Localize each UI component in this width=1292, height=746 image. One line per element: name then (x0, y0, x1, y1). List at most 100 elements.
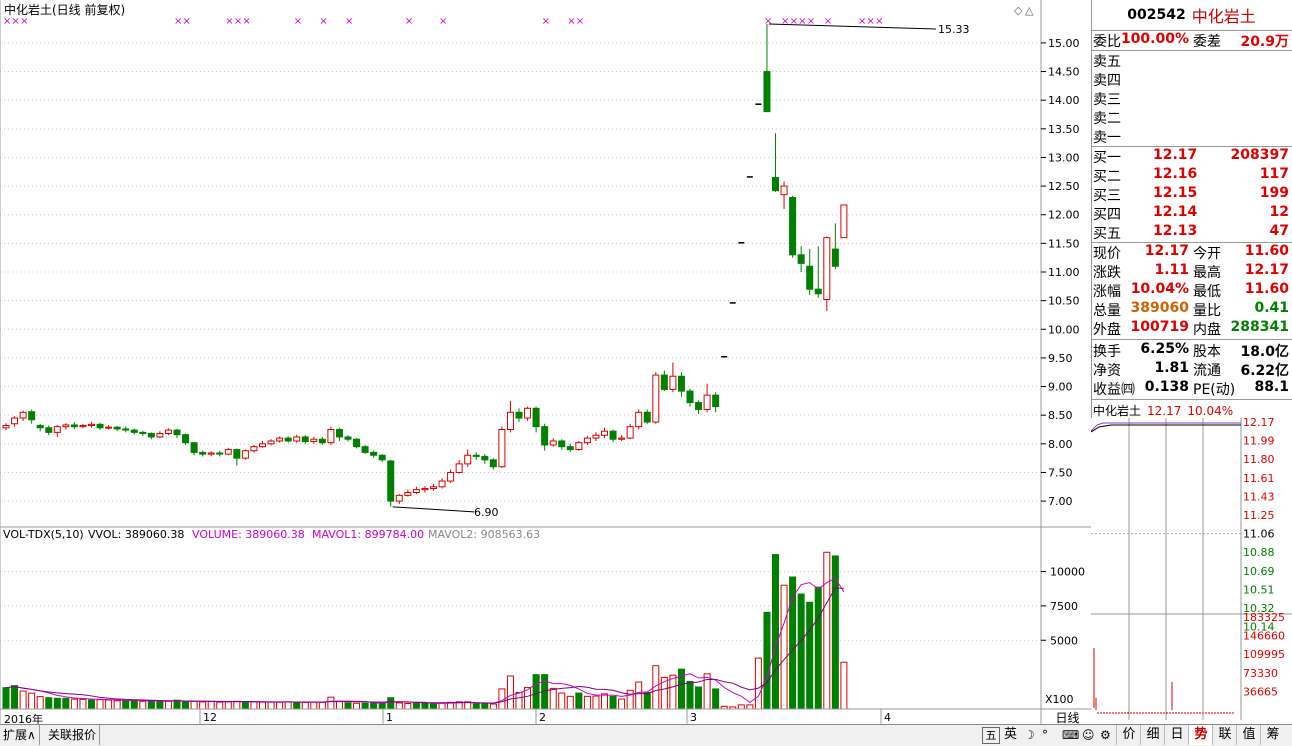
diamond-icon[interactable]: ◇ (1014, 4, 1023, 17)
volume-bar (592, 695, 600, 710)
volume-bar (88, 699, 95, 710)
candle-body (79, 424, 87, 428)
mini-price-tick: 11.80 (1243, 453, 1275, 466)
volume-bar (754, 657, 762, 710)
buy-volume: 12 (1269, 204, 1289, 220)
candle-body (489, 459, 497, 468)
stat-row: 收益㈣ 0.138 PE(动) 88.1 (1093, 379, 1289, 398)
candle-body (677, 375, 685, 392)
divider (1091, 339, 1292, 340)
related-quote-tab[interactable]: 关联报价 (45, 725, 101, 745)
volume-bar (549, 687, 557, 710)
mini-volume-tick: 109995 (1243, 648, 1285, 661)
candle-body (53, 426, 61, 433)
top-marker: × (567, 16, 575, 27)
volume-bar (139, 700, 147, 710)
weibi-value: 100.00% (1120, 31, 1189, 47)
y-tick-label: 13.50 (1048, 123, 1080, 136)
stat-value: 1.11 (1154, 262, 1189, 278)
candle-body (164, 429, 172, 435)
volume-bar (780, 584, 788, 710)
stat-label: 涨跌 (1093, 265, 1121, 281)
volume-bar (2, 687, 10, 710)
stat-value: 12.17 (1144, 243, 1189, 259)
candle-body (11, 417, 19, 425)
stat-label: 最低 (1193, 284, 1221, 300)
buy-row[interactable]: 买二 12.16 117 (1093, 166, 1289, 185)
stat-value: 288341 (1230, 319, 1289, 335)
ime-mode-icon[interactable]: 五 (982, 727, 1000, 744)
volume-bar (823, 551, 831, 710)
tab-link[interactable]: 联 (1212, 725, 1237, 745)
top-marker: × (576, 16, 584, 27)
weicha-label: 委差 (1193, 34, 1221, 50)
top-marker: × (294, 16, 302, 27)
top-marker: × (345, 16, 353, 27)
mini-price-tick: 12.17 (1243, 418, 1275, 429)
tab-price[interactable]: 价 (1116, 725, 1141, 745)
top-marker: × (542, 16, 550, 27)
intraday-mini-chart[interactable]: 12.17 11.99 11.80 11.61 11.43 11.25 11.06 10.88… (1091, 418, 1292, 720)
buy-volume: 117 (1259, 166, 1289, 182)
candle-body (147, 433, 155, 438)
volume-bar (746, 704, 754, 710)
user-icon[interactable]: ☺ (1082, 725, 1095, 745)
tab-daily[interactable]: 日 (1164, 725, 1189, 745)
time-label: 3 (690, 711, 697, 724)
sell-label: 卖四 (1093, 73, 1121, 89)
expand-tab[interactable]: 扩展∧ (0, 725, 40, 745)
period-label[interactable]: 日线 (1044, 709, 1091, 725)
volume-bar (156, 700, 164, 710)
buy-row[interactable]: 买五 12.13 47 (1093, 223, 1289, 242)
candle-body (780, 185, 788, 196)
buy-label: 买二 (1093, 169, 1121, 185)
candle-body (19, 411, 27, 419)
volume-value: VOLUME: 389060.38 (192, 528, 305, 541)
tab-value[interactable]: 值 (1236, 725, 1261, 745)
ime-english[interactable]: 英 (1004, 725, 1017, 745)
volume-bar (36, 696, 44, 710)
y-tick-label: 12.00 (1048, 209, 1080, 222)
buy-price: 12.15 (1153, 185, 1198, 201)
buy-row[interactable]: 买四 12.14 12 (1093, 204, 1289, 223)
buy-row[interactable]: 买一 12.17 208397 (1093, 147, 1289, 166)
tab-chips[interactable]: 筹 (1260, 725, 1285, 745)
keyboard-icon[interactable]: ⌨ (1062, 725, 1079, 745)
top-marker: × (764, 16, 772, 27)
kline-chart[interactable]: × × × × × × × × × × × × × × × × × × × × × × × × × 15.0014.5014.0… (0, 0, 1091, 724)
volume-bar (233, 700, 241, 710)
triangle-up-icon[interactable]: △ (1025, 4, 1034, 17)
volume-bar (147, 700, 155, 710)
candle-body (241, 450, 249, 459)
tab-trend[interactable]: 势 (1188, 725, 1213, 745)
dot-icon[interactable]: ° (1042, 725, 1048, 745)
candle-body (327, 429, 335, 444)
tab-detail[interactable]: 细 (1140, 725, 1165, 745)
candle-body (840, 204, 848, 239)
sell-label: 卖三 (1093, 92, 1121, 108)
candle-body (318, 438, 326, 444)
y-tick-label: 11.50 (1048, 237, 1080, 250)
candle-body (635, 411, 643, 428)
volume-bar (532, 674, 540, 710)
candle-body (575, 442, 583, 451)
candle-body (284, 437, 292, 442)
volume-bar (566, 695, 574, 710)
volume-bar (695, 686, 703, 710)
candle-body (404, 492, 412, 496)
candle-body (301, 436, 309, 443)
stat-label: 换手 (1093, 344, 1121, 360)
volume-bar (609, 695, 617, 710)
volume-bar (293, 701, 301, 710)
candle-body (276, 437, 284, 442)
candle-body (695, 402, 703, 410)
stat-label: PE(动) (1193, 382, 1236, 398)
buy-row[interactable]: 买三 12.15 199 (1093, 185, 1289, 204)
mini-price-tick: 11.06 (1243, 528, 1275, 541)
y-tick-label: 15.00 (1048, 37, 1080, 50)
moon-icon[interactable]: ☽ (1024, 725, 1035, 745)
volume-bar (601, 693, 608, 710)
stat-label: 量比 (1193, 303, 1221, 319)
stat-label: 现价 (1093, 246, 1121, 262)
settings-icon[interactable]: ⚙ (1100, 725, 1111, 745)
